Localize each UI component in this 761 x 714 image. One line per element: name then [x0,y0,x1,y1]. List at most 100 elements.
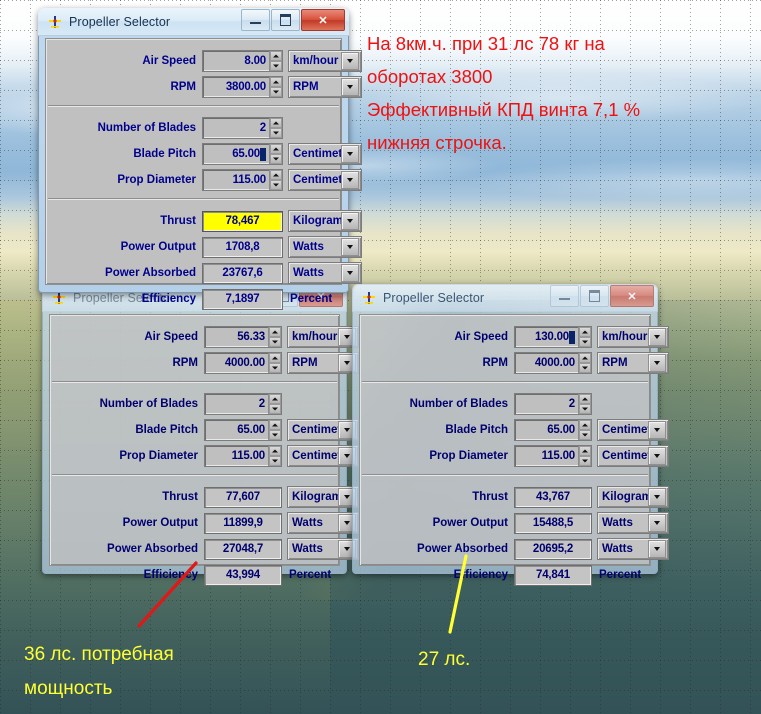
blade-pitch-spinner[interactable]: 65.00 [514,419,592,441]
power-output-unit-select[interactable]: Watts [287,512,359,534]
row-blade-pitch: Blade Pitch 65.00 Centimete [360,419,669,441]
chevron-down-icon[interactable] [341,171,359,189]
window-3[interactable]: Propeller Selector ✕ Air Speed 130.00 km… [352,284,669,586]
air-speed-value[interactable]: 130.00 [515,327,578,347]
rpm-spinner[interactable]: 4000.00 [204,352,282,374]
window-3-controls[interactable]: ✕ [550,285,654,307]
chevron-down-icon[interactable] [341,212,359,230]
blade-pitch-unit-select[interactable]: Centimete [288,143,362,165]
prop-diameter-value[interactable]: 115.00 [515,446,578,466]
prop-diameter-value[interactable]: 115.00 [203,170,269,190]
rpm-spinner[interactable]: 3800.00 [202,76,283,98]
power-absorbed-unit-select[interactable]: Watts [287,538,359,560]
air-speed-arrows[interactable] [578,327,591,347]
rpm-arrows[interactable] [268,353,281,373]
prop-diameter-arrows[interactable] [268,446,281,466]
prop-diameter-arrows[interactable] [578,446,591,466]
prop-diameter-spinner[interactable]: 115.00 [202,169,283,191]
propeller-airplane-icon [46,14,64,30]
close-button[interactable]: ✕ [610,285,654,307]
blade-pitch-spinner[interactable]: 65.00 [204,419,282,441]
power-absorbed-unit-select[interactable]: Watts [288,262,362,284]
blade-pitch-spinner[interactable]: 65.00 [202,143,283,165]
prop-diameter-spinner[interactable]: 115.00 [204,445,282,467]
rpm-unit-select[interactable]: RPM [597,352,669,374]
number-of-blades-arrows[interactable] [268,394,281,414]
blade-pitch-value[interactable]: 65.00 [515,420,578,440]
chevron-down-icon[interactable] [648,421,666,439]
power-output-unit-select[interactable]: Watts [288,236,362,258]
window-1-controls[interactable]: ✕ [241,9,345,31]
prop-diameter-unit-select[interactable]: Centimete [288,169,362,191]
number-of-blades-arrows[interactable] [578,394,591,414]
prop-diameter-spinner[interactable]: 115.00 [514,445,592,467]
chevron-down-icon[interactable] [341,264,359,282]
number-of-blades-value[interactable]: 2 [205,394,268,414]
power-output-unit-select[interactable]: Watts [597,512,669,534]
chevron-down-icon[interactable] [341,78,359,96]
air-speed-unit-select[interactable]: km/hour [287,326,359,348]
blade-pitch-arrows[interactable] [268,420,281,440]
window-1-titlebar[interactable]: Propeller Selector ✕ [38,8,349,36]
efficiency-unit-label: Percent [290,293,333,305]
number-of-blades-spinner[interactable]: 2 [202,117,283,139]
chevron-down-icon[interactable] [341,52,359,70]
rpm-spinner[interactable]: 4000.00 [514,352,592,374]
blade-pitch-arrows[interactable] [578,420,591,440]
air-speed-value[interactable]: 8.00 [203,51,269,71]
rpm-value[interactable]: 3800.00 [203,77,269,97]
prop-diameter-value[interactable]: 115.00 [205,446,268,466]
rpm-unit-select[interactable]: RPM [288,76,362,98]
chevron-down-icon[interactable] [648,540,666,558]
window-3-titlebar[interactable]: Propeller Selector ✕ [352,284,658,312]
power-absorbed-unit-select[interactable]: Watts [597,538,669,560]
blade-pitch-value[interactable]: 65.00 [205,420,268,440]
blade-pitch-value[interactable]: 65.00 [203,144,269,164]
number-of-blades-value[interactable]: 2 [203,118,269,138]
number-of-blades-arrows[interactable] [269,118,282,138]
prop-diameter-unit-select[interactable]: Centimete [287,445,359,467]
rpm-value[interactable]: 4000.00 [515,353,578,373]
chevron-down-icon[interactable] [648,328,666,346]
thrust-unit-select[interactable]: Kilograms [287,486,359,508]
chevron-down-icon[interactable] [648,488,666,506]
blade-pitch-arrows[interactable] [269,144,282,164]
window-2[interactable]: Propeller Selector ✕ Air Speed 56.33 km/… [42,284,359,586]
chevron-down-icon[interactable] [648,354,666,372]
number-of-blades-value[interactable]: 2 [515,394,578,414]
chevron-down-icon[interactable] [341,145,359,163]
prop-diameter-unit-select[interactable]: Centimete [597,445,669,467]
air-speed-value[interactable]: 56.33 [205,327,268,347]
air-speed-spinner[interactable]: 8.00 [202,50,283,72]
air-speed-spinner[interactable]: 130.00 [514,326,592,348]
air-speed-unit-value: km/hour [293,55,339,67]
chevron-down-icon[interactable] [648,447,666,465]
rpm-arrows[interactable] [269,77,282,97]
chevron-down-icon[interactable] [341,238,359,256]
thrust-unit-select[interactable]: Kilograms [597,486,669,508]
air-speed-unit-select[interactable]: km/hour [288,50,362,72]
blade-pitch-unit-select[interactable]: Centimete [597,419,669,441]
minimize-button[interactable] [550,285,579,307]
number-of-blades-spinner[interactable]: 2 [204,393,282,415]
rpm-unit-select[interactable]: RPM [287,352,359,374]
thrust-unit-select[interactable]: Kilograms [288,210,362,232]
prop-diameter-arrows[interactable] [269,170,282,190]
air-speed-arrows[interactable] [269,51,282,71]
air-speed-arrows[interactable] [268,327,281,347]
blade-pitch-unit-select[interactable]: Centimete [287,419,359,441]
close-button[interactable]: ✕ [301,9,345,31]
rpm-arrows[interactable] [578,353,591,373]
maximize-button[interactable] [271,9,300,31]
air-speed-unit-select[interactable]: km/hour [597,326,669,348]
maximize-button[interactable] [580,285,609,307]
minimize-button[interactable] [241,9,270,31]
thrust-output: 78,467 [202,210,283,232]
window-1[interactable]: Propeller Selector ✕ Air Speed 8.00 km/h… [38,8,362,310]
number-of-blades-spinner[interactable]: 2 [514,393,592,415]
row-efficiency: Efficiency 43,994 Percent [50,564,339,586]
chevron-down-icon[interactable] [648,514,666,532]
window-3-body: Air Speed 130.00 km/hour RPM 4000.00 RPM [359,314,669,586]
air-speed-spinner[interactable]: 56.33 [204,326,282,348]
rpm-value[interactable]: 4000.00 [205,353,268,373]
